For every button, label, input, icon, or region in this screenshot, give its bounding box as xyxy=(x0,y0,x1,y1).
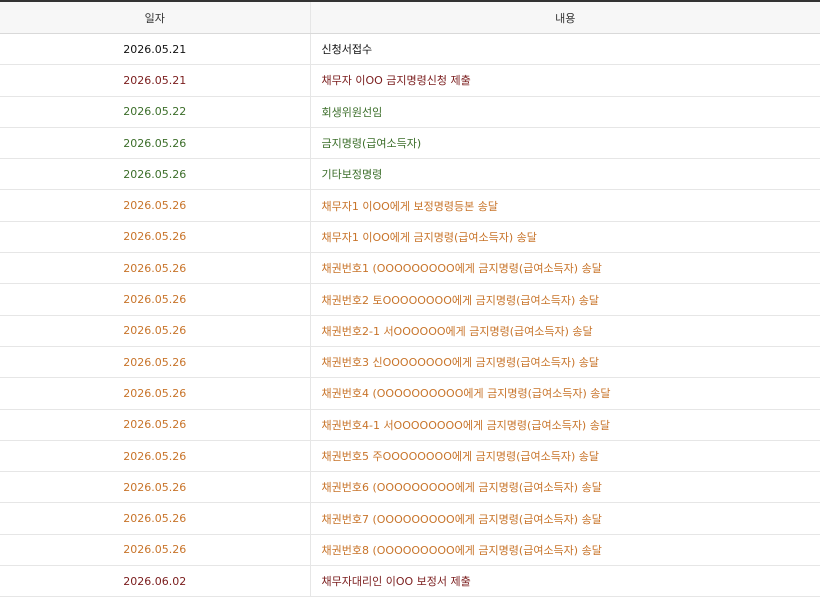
row-content: 금지명령(급여소득자) xyxy=(310,127,820,160)
table-row: 2026.05.26 채권번호7 (OOOOOOOOO에게 금지명령(급여소득자)… xyxy=(0,502,820,535)
row-content: 회생위원선임 xyxy=(310,96,820,128)
table-row: 2026.05.26 금지명령(급여소득자) xyxy=(0,127,820,160)
row-date: 2026.05.21 xyxy=(0,64,311,97)
row-date: 2026.05.22 xyxy=(0,96,311,128)
row-date: 2026.05.26 xyxy=(0,534,311,567)
table-row: 2026.05.26 채권번호1 (OOOOOOOOO에게 금지명령(급여소득자)… xyxy=(0,252,820,285)
row-date: 2026.05.26 xyxy=(0,409,311,441)
row-date: 2026.05.26 xyxy=(0,189,311,222)
table-row: 2026.05.26 채권번호5 주OOOOOOOO에게 금지명령(급여소득자) … xyxy=(0,440,820,473)
row-content: 채권번호3 신OOOOOOOO에게 금지명령(급여소득자) 송달 xyxy=(310,346,820,379)
row-date: 2026.05.26 xyxy=(0,377,311,410)
table-header-row: 일자 내용 xyxy=(0,1,820,34)
table-row: 2026.05.26 채권번호2-1 서OOOOOO에게 금지명령(급여소득자) … xyxy=(0,315,820,347)
table-row: 2026.05.26 채무자1 이OO에게 금지명령(급여소득자) 송달 xyxy=(0,221,820,254)
row-content: 채권번호4-1 서OOOOOOOO에게 금지명령(급여소득자) 송달 xyxy=(310,409,820,441)
row-content: 채무자대리인 이OO 보정서 제출 xyxy=(310,565,820,598)
table-row: 2026.05.26 채권번호2 토OOOOOOOO에게 금지명령(급여소득자) … xyxy=(0,283,820,316)
row-content: 채무자 이OO 금지명령신청 제출 xyxy=(310,64,820,97)
row-content: 채권번호6 (OOOOOOOOO에게 금지명령(급여소득자) 송달 xyxy=(310,471,820,504)
row-content: 신청서접수 xyxy=(310,33,820,66)
table-row: 2026.05.26 채권번호3 신OOOOOOOO에게 금지명령(급여소득자) … xyxy=(0,346,820,379)
table-row: 2026.05.22 회생위원선임 xyxy=(0,96,820,128)
row-content: 채무자1 이OO에게 보정명령등본 송달 xyxy=(310,189,820,222)
case-history-table: 일자 내용 2026.05.21 신청서접수 2026.05.21 채무자 이OO 금… xyxy=(0,0,820,598)
row-content: 채권번호4 (OOOOOOOOOO에게 금지명령(급여소득자) 송달 xyxy=(310,377,820,410)
row-content: 기타보정명령 xyxy=(310,158,820,191)
row-content: 채권번호1 (OOOOOOOOO에게 금지명령(급여소득자) 송달 xyxy=(310,252,820,285)
date-column-header: 일자 xyxy=(0,1,311,34)
row-date: 2026.05.26 xyxy=(0,221,311,254)
row-date: 2026.05.26 xyxy=(0,252,311,285)
table-row: 2026.05.26 채무자1 이OO에게 보정명령등본 송달 xyxy=(0,189,820,222)
content-column-header: 내용 xyxy=(310,1,820,34)
row-content: 채무자1 이OO에게 금지명령(급여소득자) 송달 xyxy=(310,221,820,254)
row-date: 2026.05.26 xyxy=(0,502,311,535)
row-content: 채권번호7 (OOOOOOOOO에게 금지명령(급여소득자) 송달 xyxy=(310,502,820,535)
row-date: 2026.05.26 xyxy=(0,440,311,473)
table-row: 2026.05.21 신청서접수 xyxy=(0,33,820,66)
row-content: 채권번호5 주OOOOOOOO에게 금지명령(급여소득자) 송달 xyxy=(310,440,820,473)
row-date: 2026.05.21 xyxy=(0,33,311,66)
table-row: 2026.06.02 채무자대리인 이OO 보정서 제출 xyxy=(0,565,820,598)
row-content: 채권번호2 토OOOOOOOO에게 금지명령(급여소득자) 송달 xyxy=(310,283,820,316)
table-row: 2026.05.26 채권번호4 (OOOOOOOOOO에게 금지명령(급여소득자… xyxy=(0,377,820,410)
table-body: 2026.05.21 신청서접수 2026.05.21 채무자 이OO 금지명령신청 … xyxy=(0,33,820,598)
row-date: 2026.05.26 xyxy=(0,283,311,316)
row-date: 2026.05.26 xyxy=(0,346,311,379)
table-row: 2026.05.26 채권번호8 (OOOOOOOOO에게 금지명령(급여소득자)… xyxy=(0,534,820,567)
row-content: 채권번호2-1 서OOOOOO에게 금지명령(급여소득자) 송달 xyxy=(310,315,820,347)
row-date: 2026.05.26 xyxy=(0,315,311,347)
row-date: 2026.05.26 xyxy=(0,471,311,504)
table-row: 2026.05.21 채무자 이OO 금지명령신청 제출 xyxy=(0,64,820,97)
table-row: 2026.05.26 채권번호6 (OOOOOOOOO에게 금지명령(급여소득자)… xyxy=(0,471,820,504)
table-row: 2026.05.26 채권번호4-1 서OOOOOOOO에게 금지명령(급여소득자… xyxy=(0,409,820,441)
row-date: 2026.06.02 xyxy=(0,565,311,598)
case-history-panel: 일자 내용 2026.05.21 신청서접수 2026.05.21 채무자 이OO 금… xyxy=(0,0,820,614)
table-row: 2026.05.26 기타보정명령 xyxy=(0,158,820,191)
row-content: 채권번호8 (OOOOOOOOO에게 금지명령(급여소득자) 송달 xyxy=(310,534,820,567)
row-date: 2026.05.26 xyxy=(0,158,311,191)
row-date: 2026.05.26 xyxy=(0,127,311,160)
